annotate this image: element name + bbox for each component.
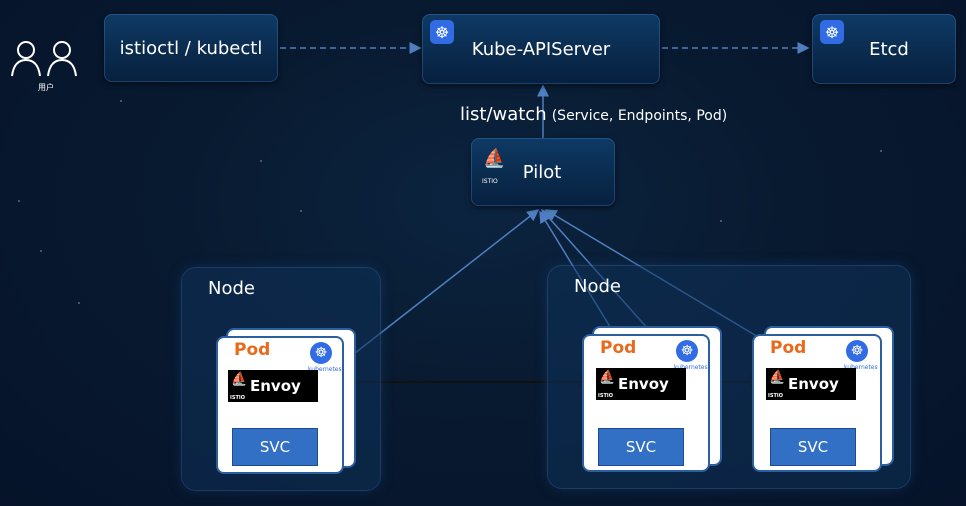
envoy-proxy[interactable]: ⛵ ISTIO Envoy — [596, 368, 686, 400]
istio-sail-icon: ⛵ — [231, 372, 248, 387]
etcd-label: Etcd — [869, 38, 909, 60]
istio-mark: ISTIO — [768, 393, 783, 399]
svc-label: SVC — [625, 438, 657, 456]
istio-logo-text: ISTIO — [482, 178, 498, 185]
kubernetes-icon: ☸ — [676, 340, 698, 362]
node-label: Node — [208, 278, 255, 299]
envoy-label: Envoy — [618, 375, 669, 393]
users-icon — [11, 41, 77, 77]
list-watch-detail: (Service, Endpoints, Pod) — [551, 108, 728, 124]
pod-card[interactable]: Pod ☸ kubernetes ⛵ ISTIO Envoy SVC — [752, 334, 882, 472]
pilot-box[interactable]: ⛵ ISTIO Pilot — [471, 138, 615, 206]
pilot-label: Pilot — [522, 161, 562, 183]
list-watch-title: list/watch — [460, 104, 547, 125]
svc-box[interactable]: SVC — [598, 428, 684, 466]
svc-box[interactable]: SVC — [770, 428, 856, 466]
envoy-proxy[interactable]: ⛵ ISTIO Envoy — [228, 370, 318, 402]
svc-label: SVC — [259, 438, 291, 456]
apiserver-label: Kube-APIServer — [471, 38, 611, 60]
users-caption: 用户 — [38, 83, 54, 92]
kubernetes-icon: ☸ — [846, 340, 868, 362]
pod-label: Pod — [234, 340, 271, 360]
kubernetes-icon: ☸ — [310, 342, 332, 364]
kubernetes-icon: ☸ — [430, 20, 454, 44]
istio-sail-icon: ⛵ — [599, 370, 616, 385]
list-watch-label: list/watch (Service, Endpoints, Pod) — [460, 104, 727, 125]
apiserver-box[interactable]: ☸ Kube-APIServer — [422, 14, 660, 84]
envoy-label: Envoy — [250, 377, 301, 395]
node-label: Node — [574, 276, 621, 297]
kubernetes-icon: ☸ — [820, 20, 844, 44]
etcd-box[interactable]: ☸ Etcd — [812, 14, 956, 84]
pod-card[interactable]: Pod ☸ kubernetes ⛵ ISTIO Envoy SVC — [582, 334, 710, 472]
svc-label: SVC — [797, 438, 829, 456]
pod-card[interactable]: Pod ☸ kubernetes ⛵ ISTIO Envoy SVC — [216, 336, 344, 474]
pod-label: Pod — [600, 338, 637, 358]
istio-sail-icon: ⛵ — [769, 370, 786, 385]
istio-mark: ISTIO — [598, 393, 613, 399]
istio-sail-icon: ⛵ — [483, 148, 506, 169]
cli-label: istioctl / kubectl — [119, 37, 263, 59]
cli-box[interactable]: istioctl / kubectl — [104, 14, 278, 82]
istio-mark: ISTIO — [230, 395, 245, 401]
pod-label: Pod — [770, 338, 807, 358]
svc-box[interactable]: SVC — [232, 428, 318, 466]
envoy-proxy[interactable]: ⛵ ISTIO Envoy — [766, 368, 856, 400]
users-group: 用户 — [8, 38, 80, 98]
envoy-label: Envoy — [788, 375, 839, 393]
